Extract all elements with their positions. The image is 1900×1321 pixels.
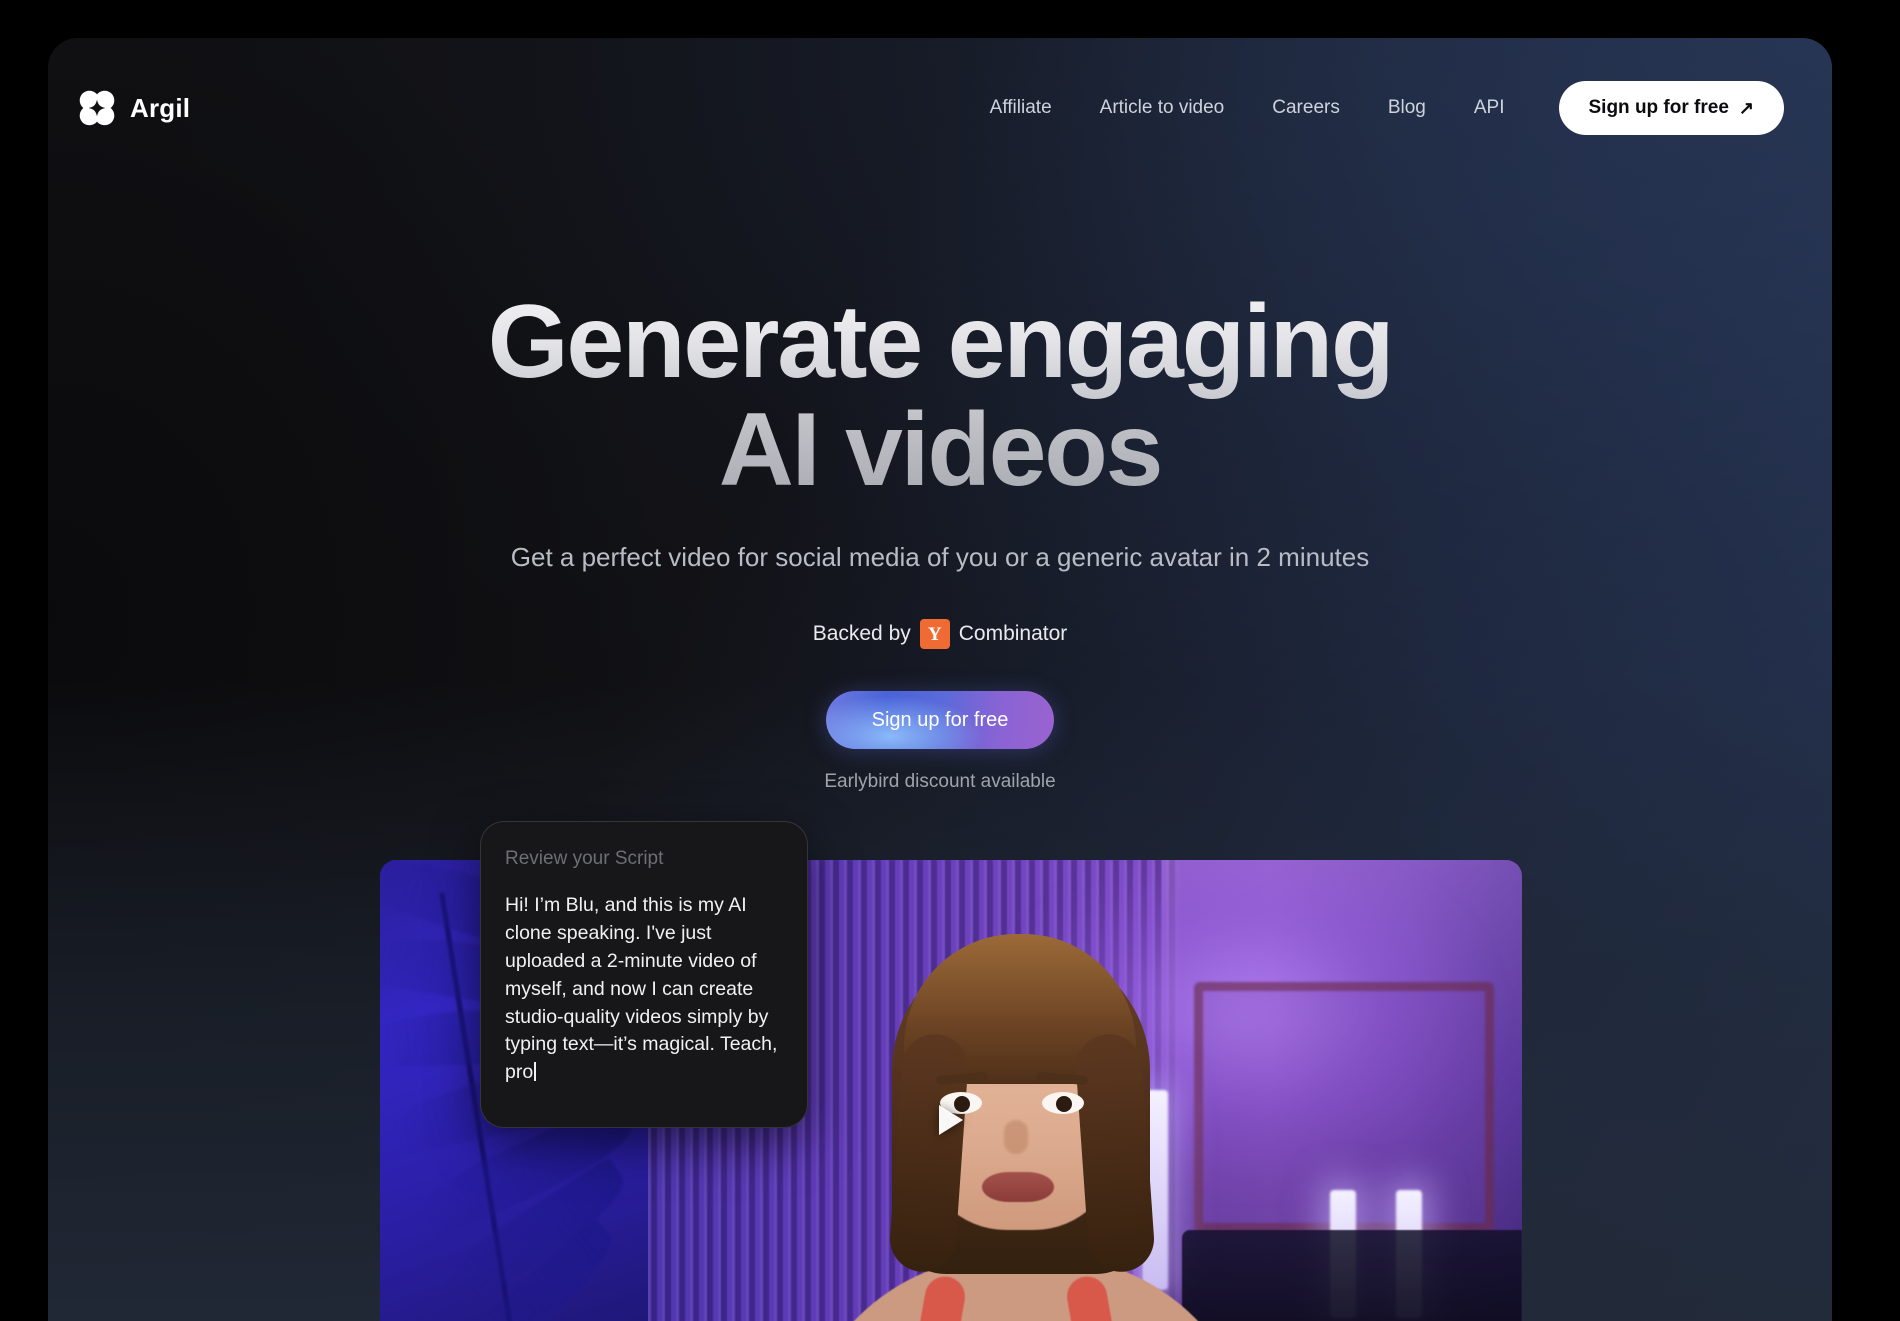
headline-line-1: Generate engaging (487, 284, 1393, 400)
nav-item-affiliate[interactable]: Affiliate (966, 97, 1076, 119)
script-card-title: Review your Script (505, 848, 664, 869)
backed-by-prefix: Backed by (812, 622, 911, 646)
page-title: Generate engaging AI videos (240, 288, 1640, 504)
main-nav: Affiliate Article to video Careers Blog … (966, 81, 1784, 135)
avatar-nose (1004, 1120, 1028, 1154)
hero-signup-button[interactable]: Sign up for free (826, 691, 1054, 750)
backed-by-badge: Backed by Y Combinator (48, 619, 1832, 650)
video-play-button[interactable] (924, 1093, 978, 1147)
avatar-pupil-right (1056, 1096, 1072, 1112)
avatar-chest (960, 1290, 1078, 1321)
hero-subheadline: Get a perfect video for social media of … (510, 542, 1370, 573)
backed-by-suffix: Combinator (958, 622, 1068, 646)
hero-cta-group: Sign up for free Earlybird discount avai… (48, 691, 1832, 793)
brand-logo[interactable]: Argil (78, 89, 190, 127)
nav-item-careers[interactable]: Careers (1248, 97, 1364, 119)
earlybird-discount-note: Earlybird discount available (824, 771, 1056, 793)
nav-item-api[interactable]: API (1450, 97, 1529, 119)
play-icon (939, 1105, 963, 1135)
brand-name: Argil (130, 92, 191, 123)
argil-clover-logo-icon (79, 90, 115, 126)
site-header: Argil Affiliate Article to video Careers… (48, 38, 1832, 178)
arrow-up-right-icon: ↗ (1738, 97, 1754, 118)
script-card-text[interactable]: Hi! I’m Blu, and this is my AI clone spe… (505, 892, 783, 1087)
avatar-mouth (982, 1172, 1054, 1202)
header-signup-label: Sign up for free (1588, 97, 1729, 118)
header-signup-button[interactable]: Sign up for free ↗ (1558, 81, 1784, 135)
script-card-text-value: Hi! I’m Blu, and this is my AI clone spe… (505, 894, 778, 1084)
text-caret (534, 1062, 537, 1082)
review-script-card[interactable]: Review your Script Hi! I’m Blu, and this… (480, 821, 808, 1128)
page-container: Argil Affiliate Article to video Careers… (48, 38, 1832, 1321)
ycombinator-icon: Y (919, 619, 950, 650)
headline-line-2: AI videos (718, 392, 1162, 509)
nav-item-article-to-video[interactable]: Article to video (1076, 97, 1249, 119)
nav-item-blog[interactable]: Blog (1364, 97, 1450, 119)
video-avatar-person (796, 904, 1256, 1321)
